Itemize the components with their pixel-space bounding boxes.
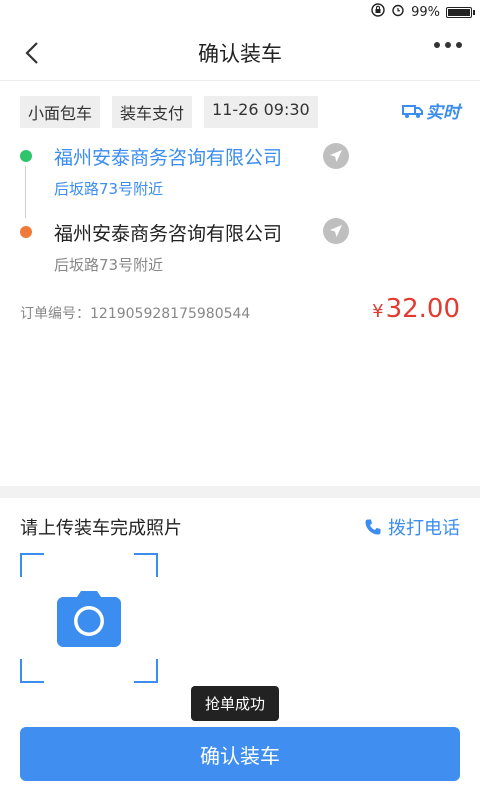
order-price: ¥32.00 (372, 294, 460, 324)
frame-corner (20, 659, 44, 683)
battery-icon (446, 6, 475, 18)
nav-bar: 确认装车 (0, 24, 480, 81)
alarm-icon (391, 3, 405, 21)
frame-corner (20, 553, 44, 577)
frame-corner (134, 553, 158, 577)
pickup-dot (20, 150, 32, 162)
currency-symbol: ¥ (372, 301, 384, 322)
payment-type-tag: 装车支付 (112, 96, 193, 128)
realtime-badge: 实时 (402, 98, 460, 123)
page-title: 确认装车 (198, 42, 282, 66)
more-dots-icon (434, 42, 440, 48)
order-tags: 小面包车 装车支付 11-26 09:30 (20, 96, 318, 128)
status-icons: 99% (371, 3, 475, 21)
price-value: 32.00 (385, 294, 460, 324)
section-divider (0, 486, 480, 498)
photo-upload-area[interactable] (20, 553, 158, 683)
frame-corner (134, 659, 158, 683)
order-number-value: 121905928175980544 (90, 306, 251, 322)
rotation-lock-icon (371, 3, 385, 21)
battery-percent: 99% (411, 4, 440, 20)
phone-icon (365, 519, 381, 535)
pickup-navigate-button[interactable] (323, 143, 349, 169)
vehicle-type-tag: 小面包车 (20, 96, 101, 128)
pickup-name: 福州安泰商务咨询有限公司 (54, 147, 283, 169)
time-tag: 11-26 09:30 (204, 96, 318, 128)
upload-title: 请上传装车完成照片 (20, 518, 182, 539)
pickup-address: 后坂路73号附近 (54, 180, 164, 198)
status-bar: 99% (0, 0, 480, 24)
dropoff-name: 福州安泰商务咨询有限公司 (54, 223, 283, 245)
dropoff-navigate-button[interactable] (323, 218, 349, 244)
camera-icon (57, 591, 121, 647)
order-number-label: 订单编号： (20, 306, 90, 322)
call-label: 拨打电话 (388, 518, 460, 539)
route-line (25, 166, 26, 218)
more-dot (445, 42, 451, 48)
more-button[interactable] (434, 42, 462, 48)
more-dot (456, 42, 462, 48)
navigation-arrow-icon (330, 225, 342, 237)
success-toast: 抢单成功 (191, 686, 280, 721)
dropoff-address: 后坂路73号附近 (54, 256, 164, 274)
navigation-arrow-icon (330, 150, 342, 162)
call-button[interactable]: 拨打电话 (364, 514, 460, 540)
order-number: 订单编号：121905928175980544 (20, 303, 250, 323)
confirm-loading-button[interactable]: 确认装车 (20, 727, 460, 781)
dropoff-dot (20, 226, 32, 238)
realtime-label: 实时 (426, 103, 460, 123)
truck-icon (402, 104, 423, 118)
